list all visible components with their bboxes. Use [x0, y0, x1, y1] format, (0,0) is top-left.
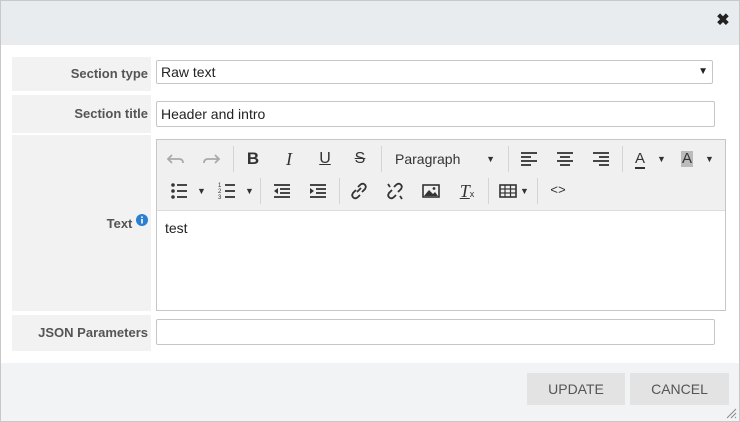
numbered-list-icon[interactable]: 123 [213, 179, 243, 203]
align-center-icon[interactable] [550, 147, 580, 171]
toolbar-divider [622, 146, 623, 172]
undo-icon[interactable] [161, 147, 191, 171]
bullet-list-icon[interactable] [165, 179, 195, 203]
underline-icon[interactable]: U [310, 147, 340, 171]
section-title-label: Section title [12, 95, 151, 133]
dialog-titlebar: ✖ [1, 1, 739, 45]
editor-content[interactable]: test [165, 220, 188, 236]
toolbar-divider [508, 146, 509, 172]
rich-text-editor: B I U S Paragraph ▼ A ▼ A ▼ ▼ 1 2 3 ▼ Tx… [156, 139, 726, 311]
clear-formatting-icon[interactable]: Tx [452, 179, 482, 203]
text-row: Text B I U S Paragraph ▼ A ▼ A ▼ ▼ 1 2 3… [12, 135, 728, 311]
italic-icon[interactable]: I [274, 147, 304, 171]
strikethrough-icon[interactable]: S [345, 147, 375, 171]
section-type-label: Section type [12, 57, 151, 91]
json-parameters-field-cell [153, 315, 728, 351]
bold-icon[interactable]: B [238, 147, 268, 171]
unlink-icon[interactable] [380, 179, 410, 203]
dialog-body: Section type Raw text ▼ Section title He… [1, 45, 739, 363]
indent-icon[interactable] [303, 179, 333, 203]
chevron-down-icon: ▼ [698, 66, 708, 77]
link-icon[interactable] [344, 179, 374, 203]
toolbar-divider [339, 178, 340, 204]
chevron-down-icon[interactable]: ▼ [197, 186, 206, 196]
toolbar-divider [233, 146, 234, 172]
text-label-cell: Text [12, 135, 151, 311]
toolbar-divider [260, 178, 261, 204]
toolbar-divider [381, 146, 382, 172]
section-title-row: Section title Header and intro [12, 95, 728, 133]
section-type-select[interactable]: Raw text ▼ [156, 60, 713, 84]
align-left-icon[interactable] [514, 147, 544, 171]
chevron-down-icon[interactable]: ▼ [520, 186, 529, 196]
align-right-icon[interactable] [586, 147, 616, 171]
outdent-icon[interactable] [267, 179, 297, 203]
chevron-down-icon[interactable]: ▼ [245, 186, 254, 196]
redo-icon[interactable] [196, 147, 226, 171]
image-icon[interactable] [416, 179, 446, 203]
svg-text:3: 3 [218, 195, 222, 201]
section-title-input[interactable]: Header and intro [156, 101, 715, 127]
chevron-down-icon: ▼ [486, 154, 495, 164]
update-button[interactable]: UPDATE [527, 373, 625, 405]
text-label: Text [106, 216, 133, 231]
cancel-button[interactable]: CANCEL [630, 373, 729, 405]
format-select[interactable]: Paragraph ▼ [389, 147, 499, 171]
section-title-field-cell: Header and intro [153, 95, 728, 133]
json-parameters-row: JSON Parameters [12, 315, 728, 351]
background-color-icon[interactable]: A [672, 147, 702, 171]
editor-toolbar: B I U S Paragraph ▼ A ▼ A ▼ ▼ 1 2 3 ▼ Tx… [157, 140, 725, 211]
json-parameters-label: JSON Parameters [12, 315, 151, 351]
chevron-down-icon[interactable]: ▼ [705, 154, 714, 164]
json-parameters-input[interactable] [156, 319, 715, 345]
chevron-down-icon[interactable]: ▼ [657, 154, 666, 164]
toolbar-divider [488, 178, 489, 204]
close-icon[interactable]: ✖ [715, 12, 731, 30]
resize-grip-icon[interactable] [725, 407, 737, 419]
text-color-icon[interactable]: A [625, 147, 655, 171]
section-type-value: Raw text [161, 64, 216, 80]
toolbar-divider [537, 178, 538, 204]
dialog-footer: UPDATE CANCEL [1, 363, 739, 421]
source-code-icon[interactable]: <> [543, 179, 573, 203]
section-type-row: Section type Raw text ▼ [12, 57, 728, 91]
info-icon[interactable] [136, 214, 148, 226]
format-select-value: Paragraph [395, 151, 461, 167]
section-type-field-cell: Raw text ▼ [153, 57, 728, 91]
text-field-cell: B I U S Paragraph ▼ A ▼ A ▼ ▼ 1 2 3 ▼ Tx… [153, 135, 728, 311]
edit-section-dialog: ✖ Section type Raw text ▼ Section title … [0, 0, 740, 422]
